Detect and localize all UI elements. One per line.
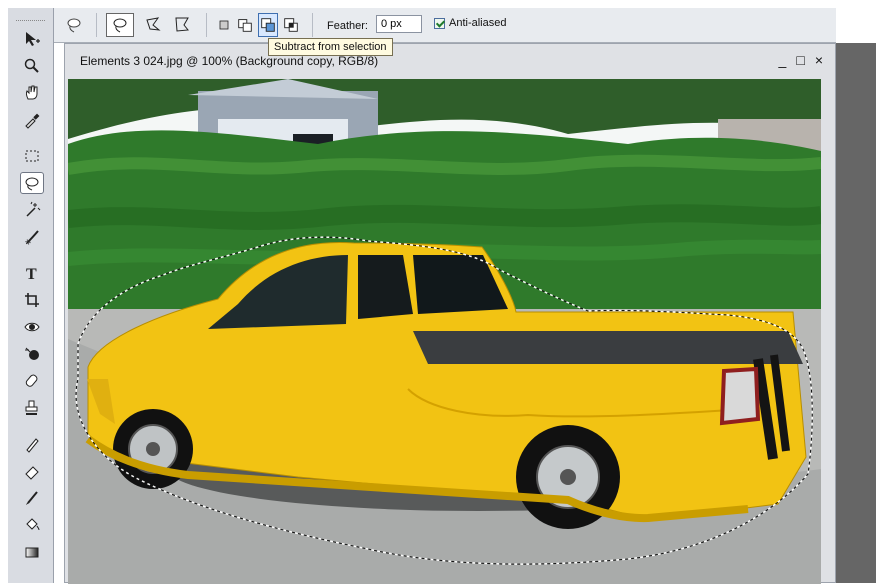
right-panel-gap	[836, 43, 876, 583]
spot-healing-tool-icon[interactable]	[20, 343, 44, 365]
new-selection-icon[interactable]	[216, 13, 232, 37]
eraser-tool-icon[interactable]	[20, 460, 44, 482]
magnetic-lasso-icon[interactable]	[141, 13, 165, 37]
subtract-from-selection-icon[interactable]	[258, 13, 278, 37]
red-eye-tool-icon[interactable]	[20, 316, 44, 338]
paint-bucket-tool-icon[interactable]	[20, 514, 44, 536]
svg-text:T: T	[26, 266, 37, 282]
selection-brush-tool-icon[interactable]	[20, 226, 44, 248]
checkbox-check-icon[interactable]	[434, 17, 445, 29]
crop-tool-icon[interactable]	[20, 289, 44, 311]
close-button[interactable]: ×	[815, 52, 823, 68]
add-to-selection-icon[interactable]	[236, 13, 254, 37]
document-titlebar[interactable]: Elements 3 024.jpg @ 100% (Background co…	[65, 44, 835, 78]
polygonal-lasso-icon[interactable]	[170, 13, 194, 37]
antialiased-label: Anti-aliased	[449, 17, 507, 29]
brush-tool-icon[interactable]	[20, 487, 44, 509]
hand-tool-icon[interactable]	[20, 82, 44, 104]
text-tool-icon[interactable]: T	[20, 262, 44, 284]
minimize-button[interactable]: _	[779, 52, 787, 68]
tooltip: Subtract from selection	[268, 38, 393, 56]
feather-input[interactable]	[376, 15, 422, 33]
eyedropper-tool-icon[interactable]	[20, 109, 44, 131]
gradient-tool-icon[interactable]	[20, 541, 44, 563]
preset-lasso-icon[interactable]	[59, 13, 89, 37]
document-title: Elements 3 024.jpg @ 100% (Background co…	[80, 54, 379, 68]
toolbox: T	[8, 8, 54, 583]
intersect-selection-icon[interactable]	[282, 13, 300, 37]
magic-wand-tool-icon[interactable]	[20, 199, 44, 221]
zoom-tool-icon[interactable]	[20, 55, 44, 77]
pencil-tool-icon[interactable]	[20, 433, 44, 455]
toolbox-grip[interactable]	[16, 10, 45, 21]
truck-photo	[68, 79, 821, 584]
maximize-button[interactable]: □	[796, 52, 804, 68]
image-canvas[interactable]	[68, 79, 821, 584]
healing-brush-tool-icon[interactable]	[20, 370, 44, 392]
feather-label: Feather:	[327, 20, 368, 32]
move-tool-icon[interactable]	[20, 28, 44, 50]
options-bar: Feather: Anti-aliased	[54, 8, 836, 43]
marquee-tool-icon[interactable]	[20, 145, 44, 167]
clone-stamp-tool-icon[interactable]	[20, 397, 44, 419]
lasso-option-icon[interactable]	[106, 13, 134, 37]
antialiased-checkbox[interactable]: Anti-aliased	[434, 17, 506, 29]
document-window: Elements 3 024.jpg @ 100% (Background co…	[64, 43, 836, 584]
lasso-tool-icon[interactable]	[20, 172, 44, 194]
